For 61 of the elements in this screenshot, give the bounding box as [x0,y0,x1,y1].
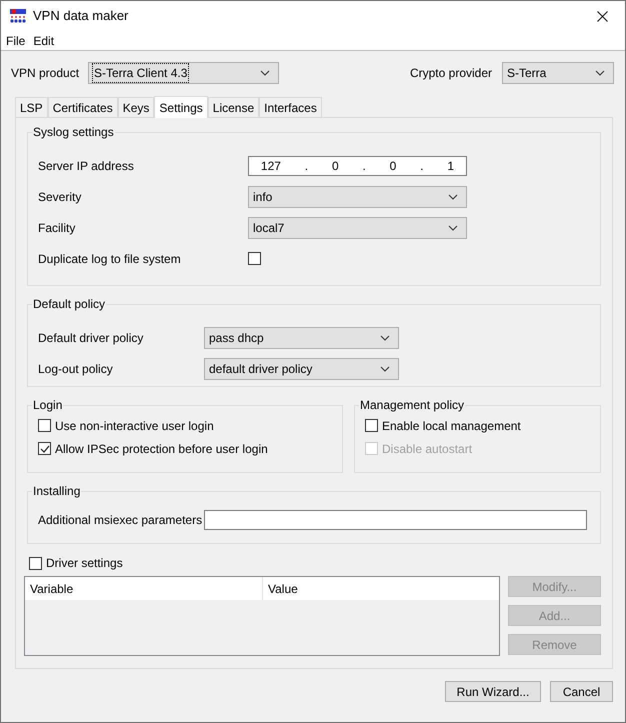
chevron-down-icon [448,224,458,230]
tab[interactable]: LSP [15,97,48,117]
field-label: Crypto provider [410,65,492,82]
group-title: Management policy [359,397,466,414]
checkbox-label: Use non-interactive user login [55,418,214,434]
dropdown[interactable]: local7 [248,216,467,238]
field-label: Facility [38,220,76,236]
tab[interactable]: Keys [118,97,154,117]
checkbox-label: Driver settings [46,555,123,572]
checkbox[interactable] [248,252,261,265]
group-title: Login [32,397,64,414]
group-title: Default policy [32,296,106,313]
ip-octet: 127 [260,158,281,174]
ip-separator: . [420,158,424,174]
menu-item[interactable]: Edit [33,32,54,50]
button[interactable]: Run Wizard... [445,681,541,702]
app-logo-icon [9,8,27,24]
field-label: Server IP address [38,158,135,174]
checkbox-label: Allow IPSec protection before user login [55,440,268,458]
group-title: Installing [32,483,82,500]
ip-octet: 0 [390,158,396,174]
checkbox[interactable] [38,442,51,455]
chevron-down-icon [595,70,605,76]
dropdown[interactable]: default driver policy [204,358,399,380]
chevron-down-icon [380,334,390,340]
tab[interactable]: License [208,97,260,117]
close-icon [596,10,608,22]
dropdown[interactable]: info [248,186,467,208]
checkbox[interactable] [38,419,51,432]
ip-octet: 0 [332,158,339,174]
window-title: VPN data maker [33,7,128,26]
chevron-down-icon [380,366,390,372]
checkmark-icon [40,444,50,452]
checkbox-label: Disable autostart [382,440,472,458]
menu-item[interactable]: File [6,32,26,50]
dropdown[interactable]: S-Terra Client 4.3 [88,62,279,84]
field-label: Log-out policy [38,360,114,378]
group-title: Syslog settings [32,124,115,141]
column-header[interactable]: Value [263,577,499,600]
button[interactable]: Cancel [550,681,613,702]
ip-octet: 1 [447,158,454,174]
checkbox[interactable] [29,556,42,570]
ip-separator: . [362,158,366,174]
field-label: Severity [38,188,82,206]
field-label: VPN product [11,65,80,82]
checkbox-label: Enable local management [382,418,521,434]
dropdown[interactable]: pass dhcp [204,326,399,348]
checkbox[interactable] [365,419,378,432]
chevron-down-icon [448,194,458,200]
chevron-down-icon [260,70,270,76]
tab[interactable]: Settings [154,96,208,118]
input-field[interactable] [204,510,587,530]
ip-separator: . [304,158,308,174]
column-header[interactable]: Variable [25,577,263,600]
field-label: Default driver policy [38,330,144,346]
field-label: Additional msiexec parameters [38,512,204,529]
field-label: Duplicate log to file system [38,250,182,268]
tab[interactable]: Certificates [48,97,118,117]
dropdown[interactable]: S-Terra [502,62,614,84]
ip-address-field[interactable]: 127 . 0 . 0 . 1 [248,156,467,176]
tab[interactable]: Interfaces [259,97,322,117]
